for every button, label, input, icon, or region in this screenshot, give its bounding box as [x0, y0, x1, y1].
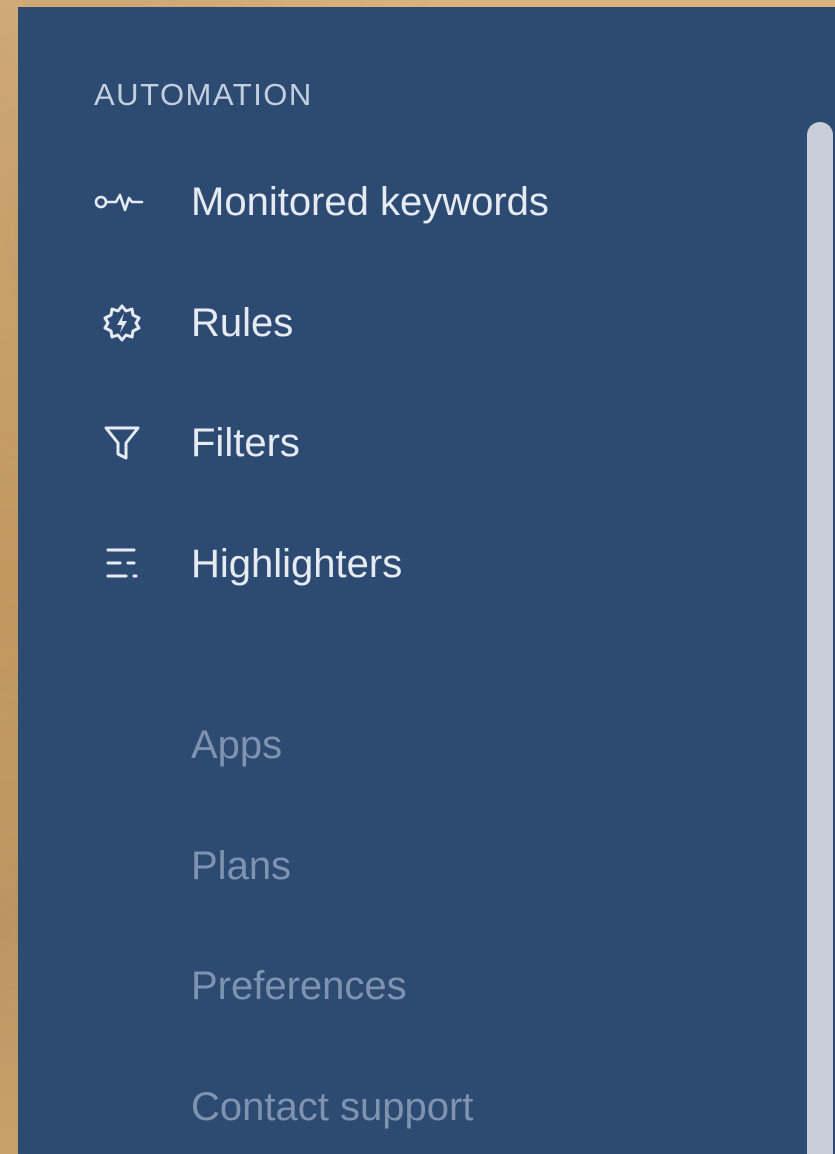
sidebar-item-contact-support[interactable]: Contact support: [18, 1072, 778, 1142]
sidebar-item-label: Highlighters: [191, 541, 403, 586]
sidebar-item-label: Contact support: [191, 1084, 474, 1129]
sidebar-item-label: Plans: [191, 843, 292, 888]
highlighter-lines-icon: [94, 542, 150, 586]
sidebar-item-label: Filters: [191, 420, 300, 465]
sidebar-item-preferences[interactable]: Preferences: [18, 951, 778, 1021]
sidebar-item-label: Preferences: [191, 963, 407, 1008]
sidebar-item-filters[interactable]: Filters: [18, 408, 778, 478]
sidebar-item-label: Apps: [191, 722, 283, 767]
sidebar-item-plans[interactable]: Plans: [18, 831, 778, 901]
sidebar-item-monitored-keywords[interactable]: Monitored keywords: [18, 167, 778, 237]
scrollbar-thumb[interactable]: [807, 122, 833, 1154]
sidebar-panel: AUTOMATION Monitored keywords Rules Filt…: [18, 7, 835, 1154]
rule-gear-icon: [94, 301, 150, 345]
filter-funnel-icon: [94, 421, 150, 465]
sidebar-item-highlighters[interactable]: Highlighters: [18, 529, 778, 599]
sidebar-item-label: Rules: [191, 300, 294, 345]
pulse-monitor-icon: [94, 180, 150, 224]
sidebar-item-rules[interactable]: Rules: [18, 288, 778, 358]
sidebar-item-apps[interactable]: Apps: [18, 710, 778, 780]
section-heading-automation: AUTOMATION: [94, 77, 313, 112]
sidebar-item-label: Monitored keywords: [191, 179, 549, 224]
sidebar-scrollbar[interactable]: [807, 122, 833, 1154]
